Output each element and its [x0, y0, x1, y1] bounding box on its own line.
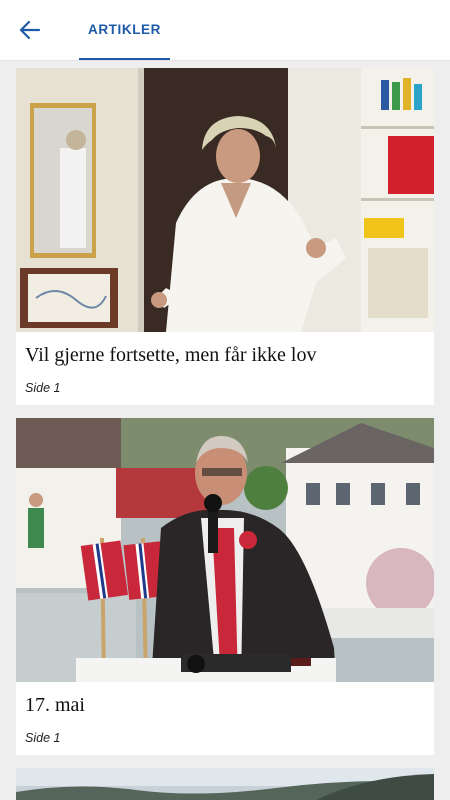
article-page-label: Side 1	[25, 381, 61, 395]
arrow-left-icon	[19, 20, 41, 40]
article-image[interactable]	[16, 768, 434, 800]
article-card[interactable]: Vil gjerne fortsette, men får ikke lov S…	[16, 68, 434, 405]
article-feed[interactable]: Vil gjerne fortsette, men får ikke lov S…	[0, 61, 450, 800]
article-image[interactable]	[16, 68, 434, 332]
article-card[interactable]: 17. mai Side 1	[16, 418, 434, 755]
article-title[interactable]: 17. mai	[25, 694, 85, 717]
back-button[interactable]	[14, 16, 46, 44]
app-bar: ARTIKLER	[0, 0, 450, 61]
article-title[interactable]: Vil gjerne fortsette, men får ikke lov	[25, 344, 316, 367]
article-page-label: Side 1	[25, 731, 61, 745]
article-card[interactable]	[16, 768, 434, 800]
tab-articles-label: ARTIKLER	[87, 21, 162, 37]
tab-articles[interactable]: ARTIKLER	[79, 0, 170, 60]
article-image[interactable]	[16, 418, 434, 682]
